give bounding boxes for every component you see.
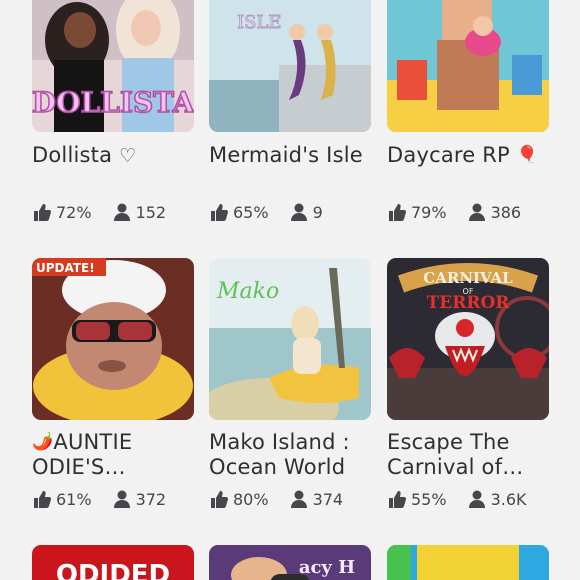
home-indicator (270, 574, 310, 580)
players-value: 374 (312, 489, 344, 509)
like-ratio: 65% (209, 202, 269, 222)
player-count: 372 (112, 489, 167, 509)
game-title[interactable]: Daycare RP 🎈 (387, 143, 557, 168)
partial-thumbnail-art (387, 545, 549, 580)
game-title[interactable]: Mermaid's Isle (209, 143, 379, 168)
player-count: 9 (289, 202, 323, 222)
mermaids-isle-thumbnail-art: ISLE (209, 0, 371, 132)
thumbs-up-icon (389, 204, 407, 221)
game-stats: 72% 152 (32, 202, 166, 222)
like-ratio: 55% (387, 489, 447, 509)
balloon-icon: 🎈 (516, 145, 539, 165)
escape-carnival-thumbnail-art: CARNIVAL OF TERROR (387, 258, 549, 420)
game-title-line2: Carnival of… (387, 455, 524, 479)
game-title[interactable]: Escape The Carnival of… (387, 430, 557, 480)
dollista-thumbnail-art: DOLLISTA (32, 0, 194, 132)
game-stats: 55% 3.6K (387, 489, 527, 509)
game-title-text: Mermaid's Isle (209, 143, 363, 167)
person-icon (468, 203, 485, 221)
game-title-line1: AUNTIE (53, 430, 133, 454)
thumbs-up-icon (211, 204, 229, 221)
like-percent: 65% (233, 202, 269, 222)
player-count: 386 (467, 202, 522, 222)
game-thumbnail[interactable]: ISLE (209, 0, 371, 132)
heart-symbol: ♡ (119, 145, 137, 167)
svg-text:ODIDED: ODIDED (56, 560, 170, 580)
thumbs-up-icon (34, 491, 52, 508)
game-title[interactable]: Mako Island : Ocean World (209, 430, 379, 480)
game-thumbnail[interactable]: DOLLISTA (32, 0, 194, 132)
like-percent: 79% (411, 202, 447, 222)
like-percent: 72% (56, 202, 92, 222)
game-title[interactable]: Dollista ♡ (32, 143, 202, 169)
thumbs-up-icon (389, 491, 407, 508)
like-ratio: 61% (32, 489, 92, 509)
player-count: 374 (289, 489, 344, 509)
game-title-line2: ODIE'S… (32, 455, 126, 479)
game-thumbnail[interactable]: UPDATE! (32, 258, 194, 420)
thumbs-up-icon (211, 491, 229, 508)
game-card-partial-3[interactable] (387, 545, 549, 580)
game-title[interactable]: 🌶️AUNTIE ODIE'S… (32, 430, 202, 480)
person-icon (290, 490, 307, 508)
partial-thumbnail-art: ODIDED (32, 545, 194, 580)
like-ratio: 72% (32, 202, 92, 222)
player-count: 3.6K (467, 489, 527, 509)
game-thumbnail[interactable]: CARNIVAL OF TERROR (387, 258, 549, 420)
mako-island-thumbnail-art: Mako (209, 258, 371, 420)
game-title-line2: Ocean World (209, 455, 346, 479)
game-title-text: Daycare RP (387, 143, 510, 167)
daycare-rp-thumbnail-art (387, 0, 549, 132)
person-icon (113, 490, 130, 508)
like-ratio: 80% (209, 489, 269, 509)
svg-text:CARNIVAL: CARNIVAL (423, 269, 513, 287)
svg-text:acy H: acy H (299, 557, 355, 578)
game-thumbnail[interactable]: Mako (209, 258, 371, 420)
game-card-partial-1[interactable]: ODIDED (32, 545, 194, 580)
like-ratio: 79% (387, 202, 447, 222)
game-stats: 80% 374 (209, 489, 343, 509)
person-icon (113, 203, 130, 221)
game-stats: 79% 386 (387, 202, 521, 222)
game-title-line1: Mako Island : (209, 430, 350, 454)
game-title-line1: Escape The (387, 430, 510, 454)
chili-pepper-icon: 🌶️ (32, 432, 54, 452)
person-icon (290, 203, 307, 221)
svg-text:Mako: Mako (216, 279, 279, 304)
players-value: 9 (312, 202, 323, 222)
svg-text:UPDATE!: UPDATE! (36, 261, 95, 275)
game-title-text: Dollista (32, 143, 113, 167)
thumbs-up-icon (34, 204, 52, 221)
game-thumbnail[interactable] (387, 0, 549, 132)
like-percent: 61% (56, 489, 92, 509)
players-value: 152 (135, 202, 167, 222)
players-value: 372 (135, 489, 167, 509)
svg-text:ISLE: ISLE (237, 12, 282, 33)
game-stats: 61% 372 (32, 489, 166, 509)
game-stats: 65% 9 (209, 202, 323, 222)
person-icon (468, 490, 485, 508)
like-percent: 55% (411, 489, 447, 509)
like-percent: 80% (233, 489, 269, 509)
svg-text:TERROR: TERROR (427, 293, 511, 313)
players-value: 3.6K (490, 489, 527, 509)
players-value: 386 (490, 202, 522, 222)
player-count: 152 (112, 202, 167, 222)
svg-text:DOLLISTA: DOLLISTA (32, 86, 194, 119)
auntie-odies-thumbnail-art: UPDATE! (32, 258, 194, 420)
